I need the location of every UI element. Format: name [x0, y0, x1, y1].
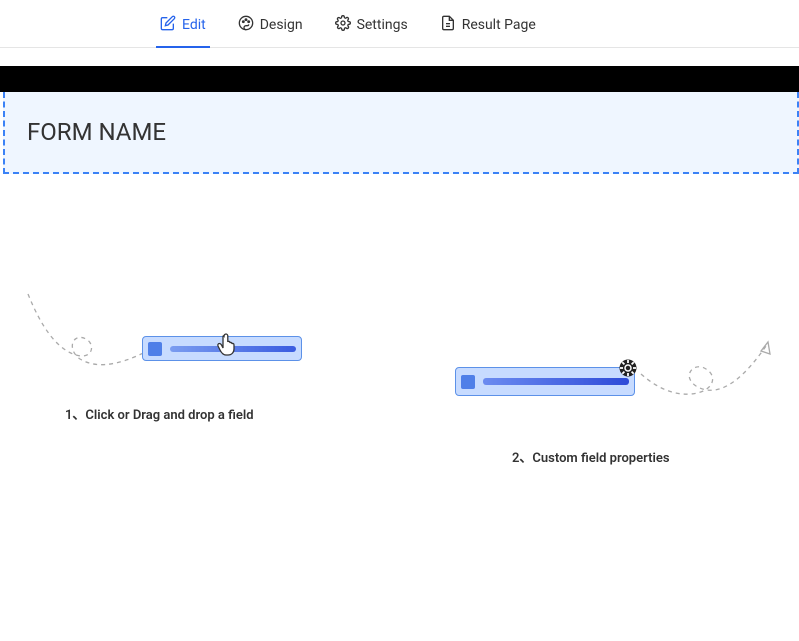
tab-settings[interactable]: Settings — [335, 12, 408, 47]
form-editor: FORM NAME 1、Click or Drag and drop a fie… — [0, 66, 799, 636]
tab-label: Edit — [182, 17, 206, 33]
tab-label: Design — [260, 17, 303, 33]
palette-icon — [238, 15, 254, 35]
form-canvas[interactable]: 1、Click or Drag and drop a field — [0, 174, 799, 604]
form-name-label[interactable]: FORM NAME — [27, 118, 775, 146]
tab-label: Settings — [357, 17, 408, 33]
tab-label: Result Page — [462, 17, 536, 33]
form-header-area[interactable]: FORM NAME — [3, 92, 799, 174]
tab-result-page[interactable]: Result Page — [440, 12, 536, 47]
tab-edit[interactable]: Edit — [160, 12, 206, 47]
field-square-icon — [148, 342, 162, 356]
gear-icon — [618, 358, 638, 378]
hand-cursor-icon — [215, 333, 239, 359]
tab-bar: Edit Design Settings — [0, 0, 799, 48]
hint-step1-label: 1、Click or Drag and drop a field — [65, 404, 254, 423]
field-bar-icon — [483, 378, 629, 385]
field-placeholder-properties[interactable] — [455, 367, 635, 396]
field-square-icon — [461, 375, 475, 389]
edit-icon — [160, 15, 176, 35]
form-top-bar — [0, 66, 799, 92]
hint-arrow-icon — [636, 336, 786, 426]
hint-step2-label: 2、Custom field properties — [512, 447, 670, 466]
settings-icon — [335, 15, 351, 35]
file-icon — [440, 15, 456, 35]
tab-design[interactable]: Design — [238, 12, 303, 47]
